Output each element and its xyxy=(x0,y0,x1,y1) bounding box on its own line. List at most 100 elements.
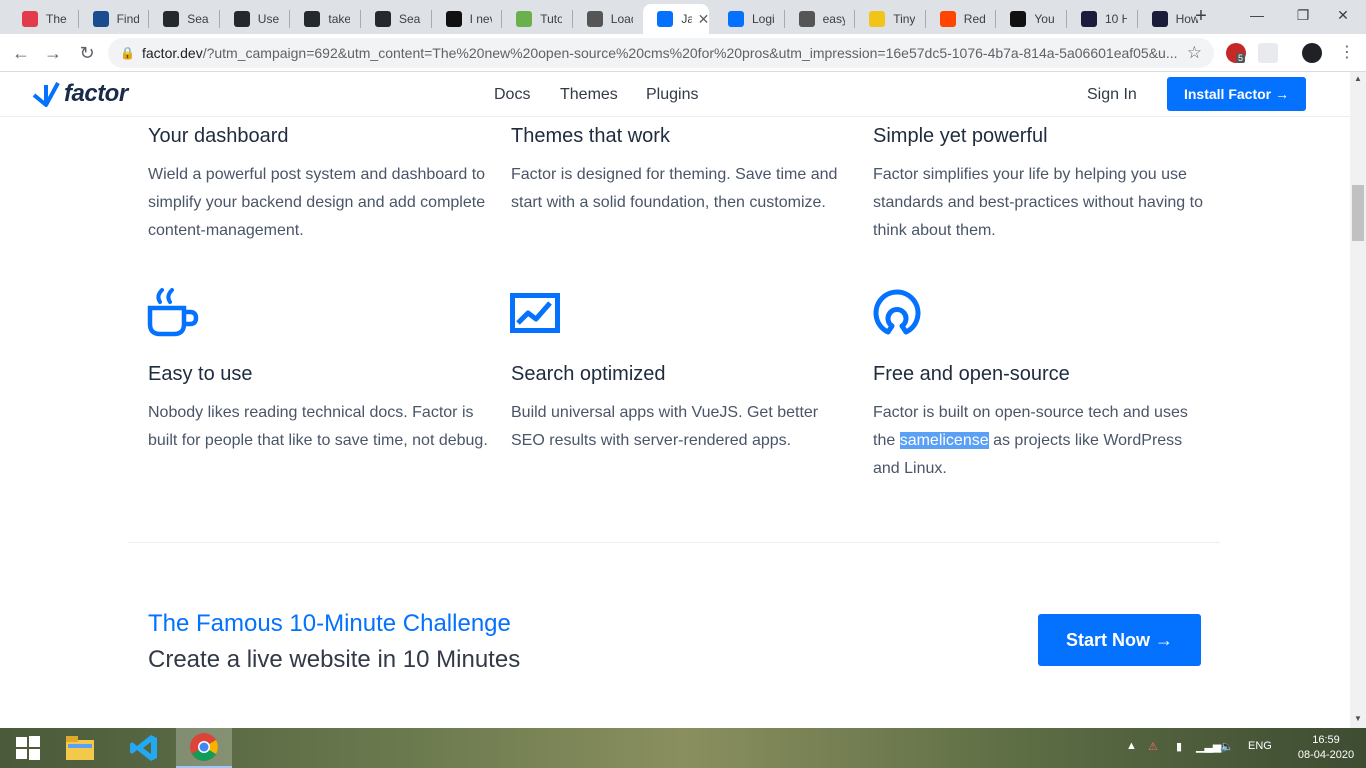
reddit-icon xyxy=(939,11,956,27)
feature-title: Easy to use xyxy=(148,363,253,385)
chrome-icon xyxy=(190,733,218,761)
browser-tab[interactable]: taken xyxy=(290,4,360,34)
extension-icon[interactable] xyxy=(1258,43,1278,63)
chart-icon xyxy=(510,293,560,333)
cta-title: The Famous 10-Minute Challenge xyxy=(148,610,511,637)
browser-tab[interactable]: Tutor xyxy=(502,4,572,34)
highlighted-selection: samelicense xyxy=(899,432,989,449)
feature-themes: Themes that work Factor is designed for … xyxy=(511,123,851,217)
tab-title: Redu xyxy=(963,12,986,26)
factor-icon xyxy=(657,11,674,27)
feature-text: Nobody likes reading technical docs. Fac… xyxy=(148,404,488,449)
install-factor-button[interactable]: Install Factor → xyxy=(1167,77,1306,111)
volume-icon[interactable]: 🔈 xyxy=(1220,740,1234,753)
scrollbar-thumb[interactable] xyxy=(1352,185,1364,241)
feature-text: Factor is designed for theming. Save tim… xyxy=(511,166,838,211)
feature-text: Factor is built on open-source tech and … xyxy=(873,399,1213,483)
dev-icon xyxy=(1010,11,1027,27)
lambda-icon xyxy=(1151,11,1168,27)
browser-tab[interactable]: Find xyxy=(79,4,149,34)
browser-tab[interactable]: Ja ✕ xyxy=(643,4,710,34)
scroll-up-arrow[interactable]: ▲ xyxy=(1350,72,1366,86)
tab-title: I neve xyxy=(469,12,492,26)
close-window-button[interactable]: ✕ xyxy=(1320,0,1366,34)
tab-title: Searc xyxy=(187,12,209,26)
scroll-down-arrow[interactable]: ▼ xyxy=(1350,712,1366,726)
feature-title: Your dashboard xyxy=(148,125,289,147)
address-bar[interactable]: 🔒 factor.dev/?utm_campaign=692&utm_conte… xyxy=(108,38,1214,68)
nav-themes[interactable]: Themes xyxy=(560,86,618,104)
adblock-extension-icon[interactable]: 5 xyxy=(1226,43,1246,63)
feature-title: Free and open-source xyxy=(873,363,1070,385)
browser-tab[interactable]: How xyxy=(1138,4,1208,34)
browser-tab[interactable]: Tiny xyxy=(855,4,925,34)
windows-taskbar: ▲ ⚠ ▮ ▁▃▅ 🔈 ENG 16:59 08-04-2020 xyxy=(0,728,1366,768)
browser-tab[interactable]: The f xyxy=(8,4,78,34)
clock-date: 08-04-2020 xyxy=(1297,749,1355,761)
battery-icon[interactable]: ▮ xyxy=(1176,740,1182,753)
feature-dashboard: Your dashboard Wield a powerful post sys… xyxy=(148,123,488,245)
medium-icon xyxy=(445,11,462,27)
browser-tab[interactable]: You a xyxy=(996,4,1066,34)
section-divider xyxy=(128,542,1220,543)
network-warning-icon[interactable]: ⚠ xyxy=(1148,740,1158,753)
tab-title: Load xyxy=(610,12,633,26)
menu-icon[interactable]: ⋮ xyxy=(1334,40,1360,66)
feature-open-source: Free and open-source Factor is built on … xyxy=(873,361,1213,483)
lambda-icon xyxy=(1081,11,1097,27)
nav-docs[interactable]: Docs xyxy=(494,86,530,104)
feature-easy: Easy to use Nobody likes reading technic… xyxy=(148,361,488,455)
feature-text: Wield a powerful post system and dashboa… xyxy=(148,166,486,239)
tab-title: How xyxy=(1175,12,1198,26)
browser-tab[interactable]: 10 H xyxy=(1067,4,1137,34)
signal-icon[interactable]: ▁▃▅ xyxy=(1196,740,1221,753)
browser-tab[interactable]: Load xyxy=(573,4,643,34)
sign-in-link[interactable]: Sign In xyxy=(1087,86,1137,104)
start-button[interactable] xyxy=(0,728,56,768)
clock-time: 16:59 xyxy=(1312,734,1340,746)
tray-chevron-icon[interactable]: ▲ xyxy=(1126,740,1137,752)
scrollbar[interactable] xyxy=(1350,72,1366,728)
language-indicator[interactable]: ENG xyxy=(1248,740,1272,752)
factor-icon xyxy=(728,11,744,27)
feature-text: Build universal apps with VueJS. Get bet… xyxy=(511,404,819,449)
bookmark-star-icon[interactable]: ☆ xyxy=(1187,43,1202,63)
minimize-button[interactable]: — xyxy=(1234,0,1280,34)
site-header: factor Docs Themes Plugins Sign In Insta… xyxy=(0,72,1350,117)
back-button[interactable]: ← xyxy=(8,40,34,66)
forward-button[interactable]: → xyxy=(40,40,66,66)
profile-avatar[interactable] xyxy=(1302,43,1322,63)
tutorial-icon xyxy=(516,11,533,27)
browser-tab[interactable]: Login xyxy=(714,4,784,34)
system-clock[interactable]: 16:59 08-04-2020 xyxy=(1296,733,1356,763)
reload-button[interactable]: ↻ xyxy=(74,40,100,66)
close-tab-icon[interactable]: ✕ xyxy=(698,11,710,28)
cta-subtitle: Create a live website in 10 Minutes xyxy=(148,646,521,673)
vscode-button[interactable] xyxy=(116,728,172,768)
browser-tab[interactable]: easy- xyxy=(785,4,855,34)
browser-tab[interactable]: Redu xyxy=(926,4,996,34)
chrome-button[interactable] xyxy=(176,728,232,768)
tiny-icon xyxy=(869,11,886,27)
factor-logo[interactable]: factor xyxy=(32,80,128,108)
extension-badge: 5 xyxy=(1236,53,1246,63)
coffee-cup-icon xyxy=(147,288,199,337)
github-icon xyxy=(304,11,321,27)
start-now-button[interactable]: Start Now → xyxy=(1038,614,1201,666)
nav-plugins[interactable]: Plugins xyxy=(646,86,698,104)
browser-tab[interactable]: Searc xyxy=(361,4,431,34)
feature-title: Simple yet powerful xyxy=(873,125,1048,147)
browser-tab[interactable]: Searc xyxy=(149,4,219,34)
tab-title: Use xyxy=(257,12,280,26)
open-source-icon xyxy=(873,289,921,335)
cube-icon xyxy=(586,11,603,27)
browser-tab[interactable]: I neve xyxy=(432,4,502,34)
gov-icon xyxy=(92,11,109,27)
file-explorer-button[interactable] xyxy=(52,728,108,768)
vscode-icon xyxy=(130,735,157,761)
feature-title: Themes that work xyxy=(511,125,670,147)
browser-toolbar: ← → ↻ 🔒 factor.dev/?utm_campaign=692&utm… xyxy=(0,34,1366,72)
logo-text: factor xyxy=(64,80,128,107)
tnw-icon xyxy=(22,11,38,27)
browser-tab[interactable]: Use xyxy=(220,4,290,34)
